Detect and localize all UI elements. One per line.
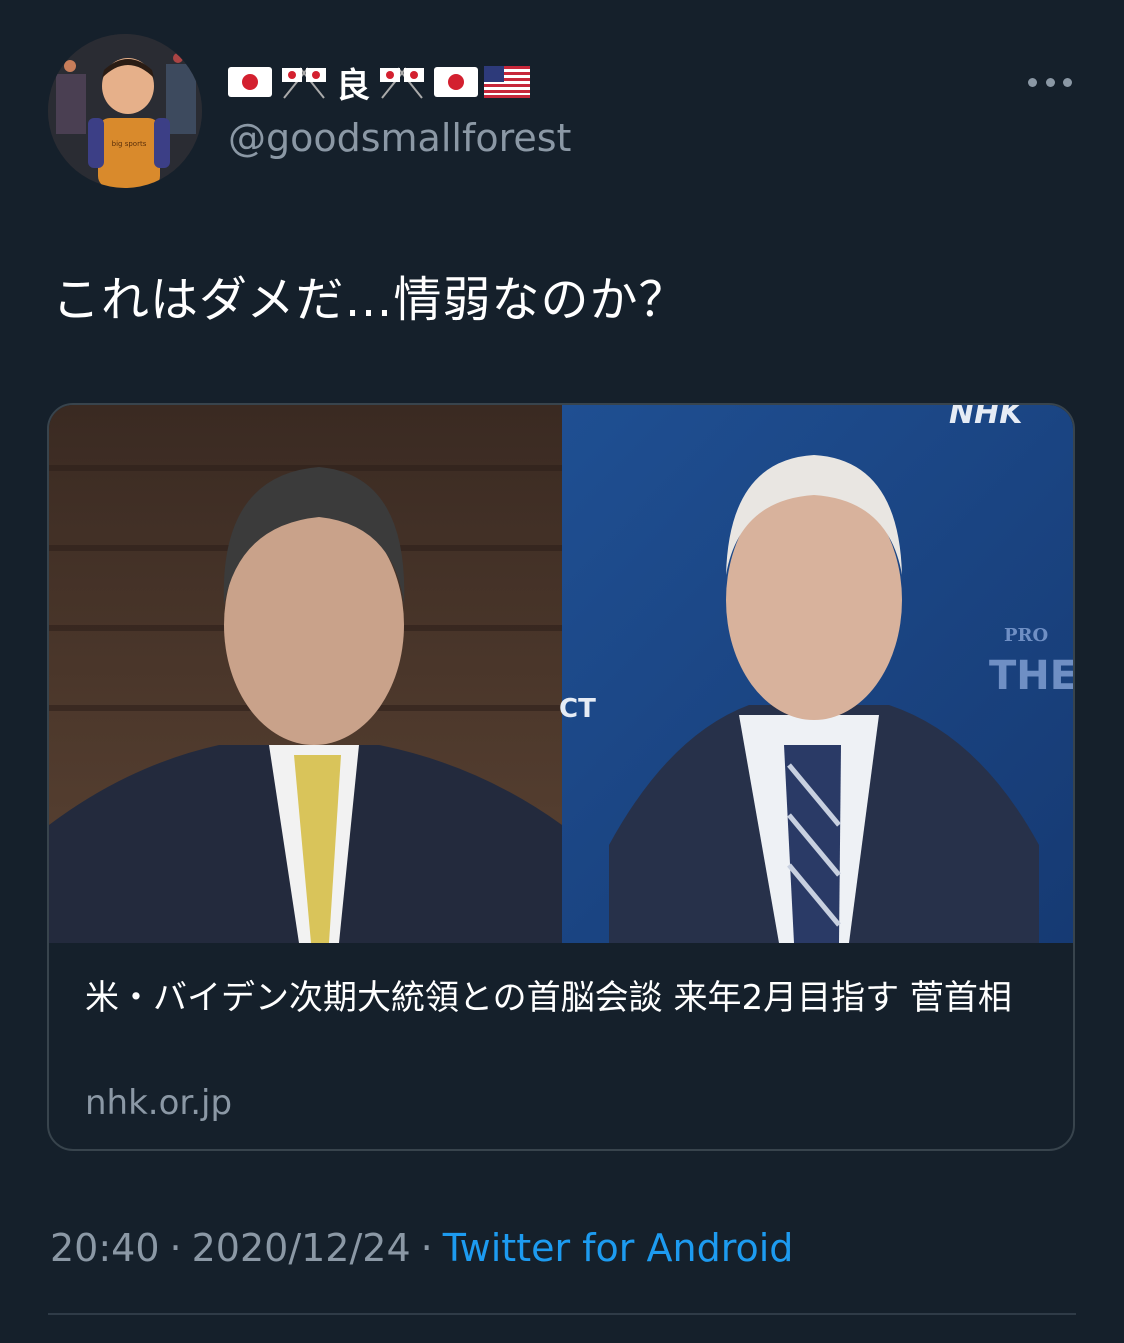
backdrop-text: CT <box>559 694 596 724</box>
backdrop-text: THE <box>989 653 1075 699</box>
display-name[interactable]: 良 <box>228 60 530 106</box>
card-title: 米・バイデン次期大統領との首脳会談 来年2月目指す 菅首相 <box>85 978 1012 1018</box>
japan-flag-icon <box>228 67 272 97</box>
crossed-flags-icon <box>380 67 424 99</box>
avatar[interactable]: big sports <box>48 34 202 188</box>
tweet: big sports 良 @goodsmallforest これはダメだ…情弱な… <box>0 0 1124 1343</box>
nhk-watermark: NHK <box>949 405 1025 431</box>
card-domain: nhk.or.jp <box>85 1083 233 1123</box>
card-image: NHK PRO THE CT <box>49 405 1075 943</box>
display-name-char: 良 <box>336 65 370 106</box>
avatar-caption: big sports <box>112 140 147 148</box>
japan-flag-icon <box>434 67 478 97</box>
avatar-photo: big sports <box>48 34 202 188</box>
tweet-source-link[interactable]: Twitter for Android <box>443 1226 794 1270</box>
tweet-meta: 20:40 · 2020/12/24 · Twitter for Android <box>50 1226 793 1270</box>
more-options-icon[interactable] <box>1028 70 1072 94</box>
link-card[interactable]: NHK PRO THE CT 米・バイデン次期大統領との首脳会談 来年2月目指す… <box>47 403 1075 1151</box>
meta-separator: · <box>420 1226 433 1270</box>
tweet-date[interactable]: 2020/12/24 <box>192 1226 411 1270</box>
meta-separator: · <box>169 1226 182 1270</box>
crossed-flags-icon <box>282 67 326 99</box>
backdrop-text: PRO <box>1004 625 1048 646</box>
tweet-text: これはダメだ…情弱なのか？ <box>52 272 688 328</box>
tweet-time[interactable]: 20:40 <box>50 1226 160 1270</box>
user-handle[interactable]: @goodsmallforest <box>228 116 571 160</box>
us-flag-icon <box>484 66 530 98</box>
divider <box>48 1313 1076 1315</box>
